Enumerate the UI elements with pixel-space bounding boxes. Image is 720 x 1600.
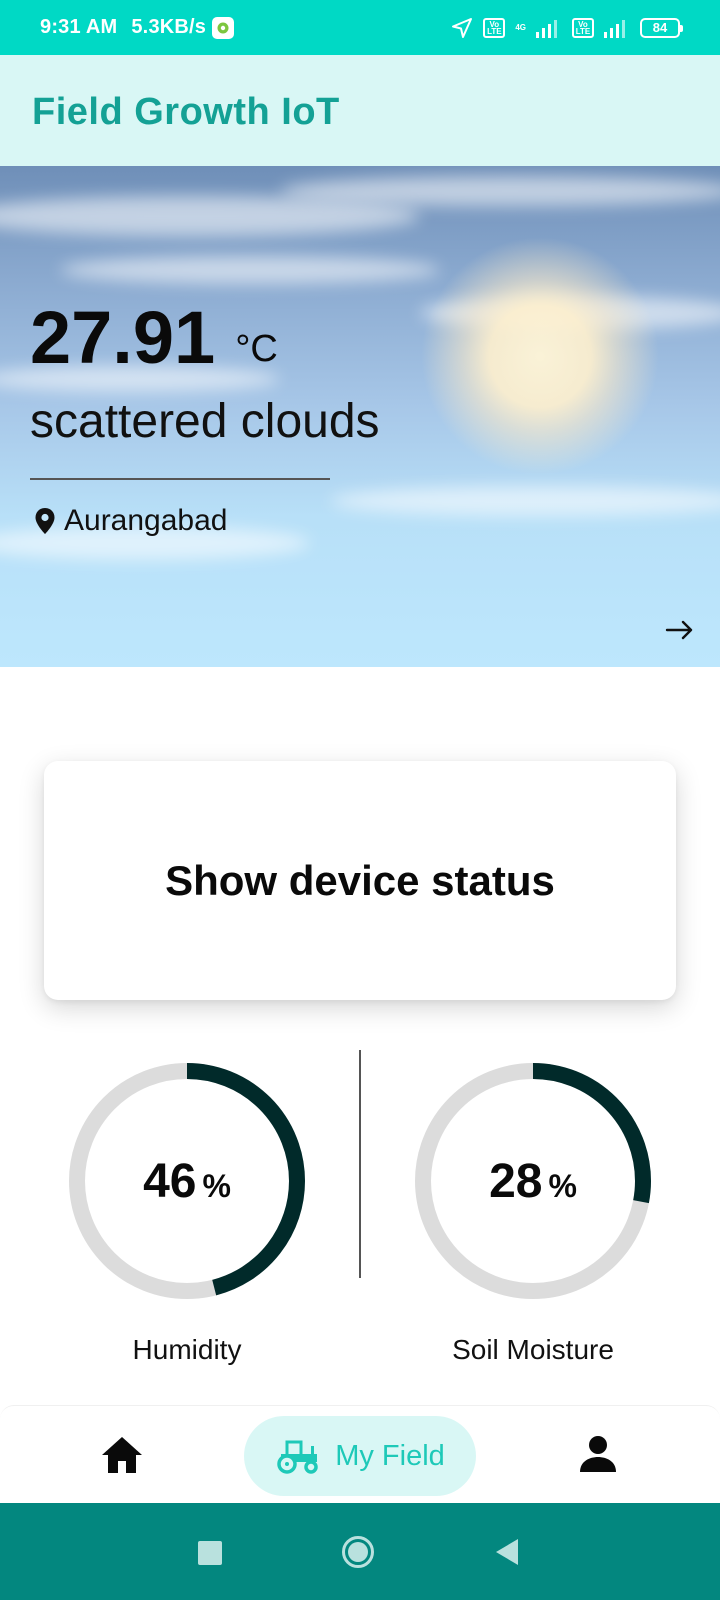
home-circle-icon[interactable]: [341, 1535, 375, 1569]
temperature-unit: °C: [235, 328, 278, 370]
sun-graphic: [420, 236, 660, 476]
soil-moisture-label: Soil Moisture: [452, 1334, 614, 1365]
device-status-label: Show device status: [165, 856, 555, 904]
volte-icon: Vo LTE: [572, 17, 594, 38]
status-left: 9:31 AM 5.3KB/s: [40, 0, 235, 55]
app-bar: Field Growth IoT: [0, 55, 720, 166]
recent-apps-icon[interactable]: [198, 1541, 222, 1565]
humidity-unit: %: [202, 1167, 231, 1204]
home-icon[interactable]: [100, 1435, 144, 1475]
tractor-icon: [277, 1440, 318, 1474]
status-right: Vo LTE 4G Vo LTE 84: [451, 0, 683, 55]
signal-icon: [604, 19, 625, 38]
weather-condition: scattered clouds: [30, 395, 380, 448]
signal-icon: [536, 19, 557, 38]
humidity-gauge: 46 %: [67, 1061, 307, 1301]
network-type-label: 4G: [515, 23, 526, 32]
location-row: Aurangabad: [34, 504, 227, 538]
humidity-value: 46: [143, 1154, 197, 1208]
device-status-button[interactable]: Show device status: [44, 761, 676, 1000]
soil-moisture-unit: %: [548, 1167, 577, 1204]
nav-item-my-field-label: My Field: [335, 1439, 445, 1472]
location-arrow-icon: [452, 17, 473, 38]
soil-moisture-readout: 28 %: [413, 1061, 653, 1301]
temperature-value: 27.91: [30, 296, 216, 379]
status-bar: 9:31 AM 5.3KB/s Vo LTE 4G Vo LTE 84: [0, 0, 720, 55]
weather-card[interactable]: 27.91 °C scattered clouds Aurangabad: [0, 166, 720, 667]
location-pin-icon: [35, 508, 55, 534]
status-time: 9:31 AM: [40, 16, 118, 38]
soil-moisture-value: 28: [489, 1154, 543, 1208]
soil-moisture-gauge: 28 %: [413, 1061, 653, 1301]
person-icon[interactable]: [578, 1434, 618, 1474]
battery-icon: 84: [640, 17, 683, 38]
app-title: Field Growth IoT: [32, 91, 340, 133]
gauge-divider: [359, 1050, 361, 1278]
bottom-navigation: My Field: [0, 1405, 720, 1504]
cloud-decoration: [280, 176, 720, 206]
arrow-right-icon[interactable]: [664, 614, 696, 646]
network-type: 4G: [515, 23, 526, 32]
humidity-label: Humidity: [132, 1334, 242, 1365]
nav-item-my-field[interactable]: My Field: [244, 1416, 476, 1496]
weather-divider: [30, 478, 330, 480]
temperature-row: 27.91 °C: [30, 301, 278, 375]
settings-app-icon: [212, 16, 235, 39]
cloud-decoration: [60, 256, 440, 284]
volte-icon: Vo LTE: [483, 17, 506, 38]
battery-level: 84: [652, 20, 668, 35]
humidity-readout: 46 %: [67, 1061, 307, 1301]
cloud-decoration: [330, 486, 720, 516]
back-icon[interactable]: [494, 1537, 520, 1567]
location-name: Aurangabad: [64, 504, 228, 537]
status-net-speed: 5.3KB/s: [131, 16, 207, 38]
